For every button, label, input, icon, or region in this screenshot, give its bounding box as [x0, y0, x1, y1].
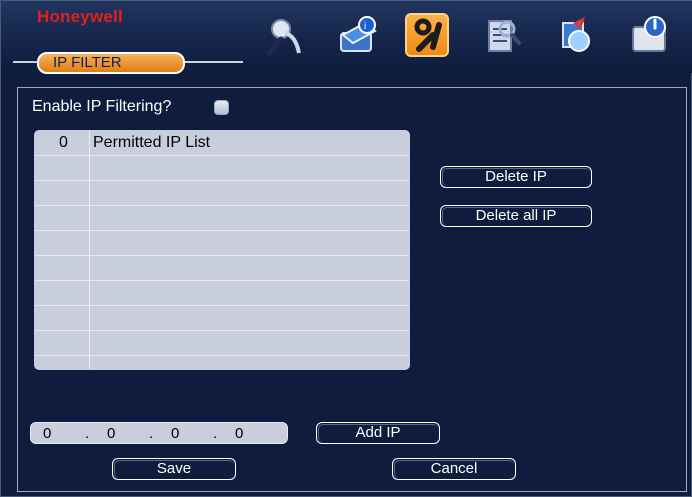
search-icon[interactable] [259, 13, 303, 57]
ip-octet-3[interactable]: 0 [171, 425, 179, 442]
permitted-ip-list[interactable]: 0 Permitted IP List [34, 130, 410, 370]
brand-logo: Honeywell [37, 7, 123, 26]
table-row[interactable] [35, 331, 409, 356]
enable-ip-filtering-checkbox[interactable] [214, 100, 229, 115]
delete-all-ip-button[interactable]: Delete all IP [440, 205, 592, 227]
table-row[interactable] [35, 306, 409, 331]
table-row[interactable] [35, 256, 409, 281]
ip-separator-1: . [85, 425, 90, 442]
add-ip-button[interactable]: Add IP [316, 422, 440, 444]
ip-filter-panel: Enable IP Filtering? 0 Permitted IP List [17, 87, 687, 492]
list-count: 0 [59, 134, 68, 151]
list-column-divider [89, 131, 90, 369]
window-frame: Honeywell IP FILTER i Enable IP Filterin… [0, 0, 692, 497]
shutdown-icon[interactable] [627, 13, 671, 57]
ip-octet-1[interactable]: 0 [43, 425, 51, 442]
table-row[interactable] [35, 231, 409, 256]
save-button[interactable]: Save [112, 458, 236, 480]
table-row[interactable] [35, 181, 409, 206]
list-header-row: 0 Permitted IP List [35, 131, 409, 156]
svg-text:i: i [364, 21, 366, 32]
toolbar-icons: i [259, 13, 679, 69]
ip-address-input[interactable]: 0 . 0 . 0 . 0 [30, 422, 288, 444]
list-rows: 0 Permitted IP List [35, 131, 409, 369]
settings-list-icon[interactable] [479, 13, 523, 57]
ip-separator-3: . [213, 425, 218, 442]
ip-octet-2[interactable]: 0 [107, 425, 115, 442]
ip-octet-4[interactable]: 0 [235, 425, 243, 442]
delete-ip-button[interactable]: Delete IP [440, 166, 592, 188]
table-row[interactable] [35, 156, 409, 181]
table-row[interactable] [35, 281, 409, 306]
ip-separator-2: . [149, 425, 154, 442]
info-icon[interactable]: i [335, 13, 379, 57]
enable-ip-filtering-label: Enable IP Filtering? [32, 98, 172, 115]
cancel-button[interactable]: Cancel [392, 458, 516, 480]
tab-ip-filter[interactable]: IP FILTER [37, 52, 185, 74]
table-row[interactable] [35, 206, 409, 231]
table-row[interactable] [35, 356, 409, 369]
top-bar: Honeywell IP FILTER i [1, 1, 692, 74]
list-header: Permitted IP List [93, 134, 211, 151]
backup-icon[interactable] [553, 13, 597, 57]
tools-icon[interactable] [405, 13, 449, 57]
